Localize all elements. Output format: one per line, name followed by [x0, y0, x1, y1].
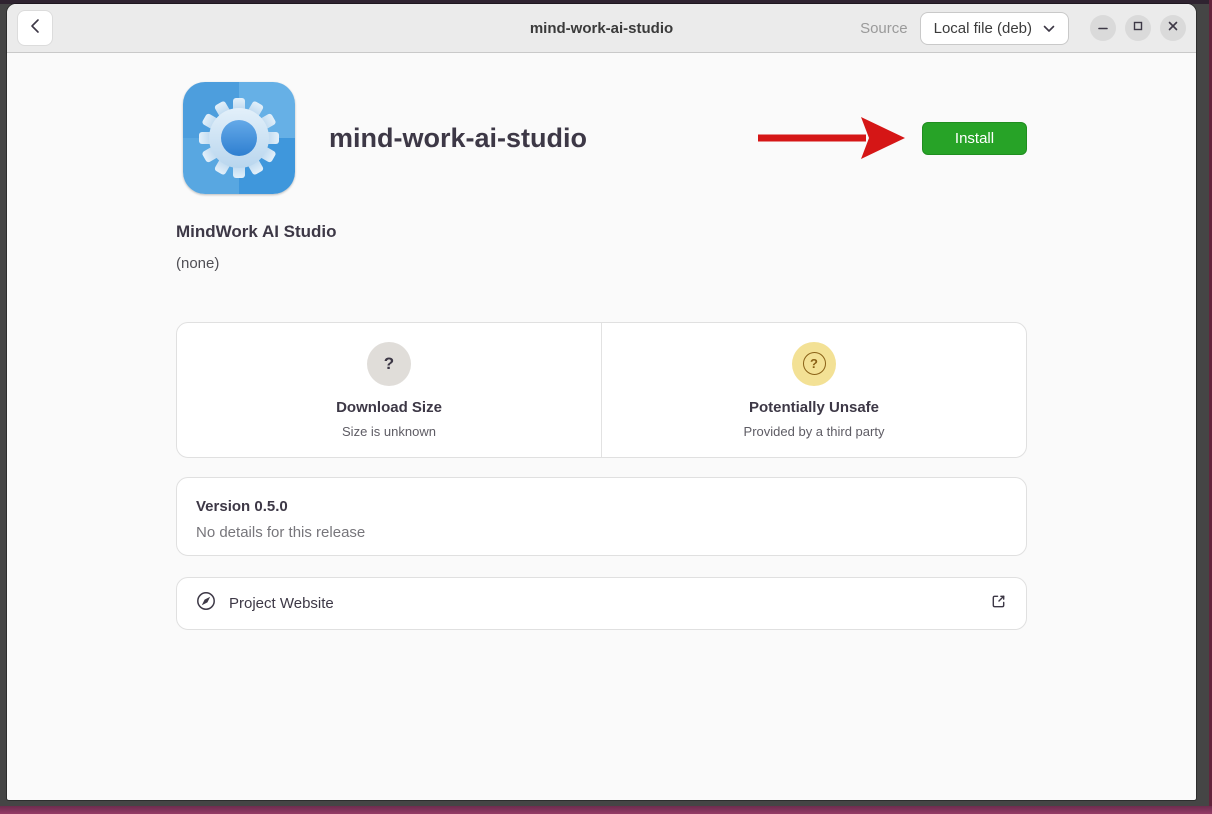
version-card: Version 0.5.0 No details for this releas…	[176, 477, 1027, 556]
chevron-down-icon	[1043, 20, 1055, 37]
app-name-heading: mind-work-ai-studio	[329, 123, 587, 154]
software-window: mind-work-ai-studio Source Local file (d…	[7, 4, 1196, 800]
app-details-page: mind-work-ai-studio Install MindWork AI …	[7, 82, 1196, 630]
tile-subtitle: Provided by a third party	[744, 424, 885, 439]
install-button[interactable]: Install	[922, 122, 1027, 155]
version-subtitle: No details for this release	[196, 524, 1007, 541]
app-developer: (none)	[176, 255, 1027, 272]
website-label: Project Website	[229, 595, 334, 612]
close-icon	[1167, 19, 1179, 37]
minimize-icon	[1097, 19, 1109, 37]
download-size-tile[interactable]: ? Download Size Size is unknown	[177, 323, 601, 457]
source-dropdown-value: Local file (deb)	[934, 20, 1032, 37]
safety-tile[interactable]: ? Potentially Unsafe Provided by a third…	[601, 323, 1026, 457]
desktop-edge-bottom	[0, 806, 1212, 814]
maximize-button[interactable]	[1125, 15, 1151, 41]
annotation-arrow	[757, 115, 907, 161]
project-website-link[interactable]: Project Website	[176, 577, 1027, 630]
tile-title: Download Size	[336, 399, 442, 416]
gear-icon	[183, 82, 295, 194]
close-button[interactable]	[1160, 15, 1186, 41]
tile-title: Potentially Unsafe	[749, 399, 879, 416]
app-hero: mind-work-ai-studio Install	[176, 82, 1027, 194]
titlebar: mind-work-ai-studio Source Local file (d…	[7, 4, 1196, 53]
maximize-icon	[1132, 19, 1144, 37]
app-icon	[183, 82, 295, 194]
warning-question-icon: ?	[792, 342, 836, 386]
compass-icon	[196, 591, 216, 616]
version-title: Version 0.5.0	[196, 498, 1007, 515]
source-label: Source	[860, 20, 908, 37]
minimize-button[interactable]	[1090, 15, 1116, 41]
unknown-size-icon: ?	[367, 342, 411, 386]
back-button[interactable]	[17, 10, 53, 46]
tile-subtitle: Size is unknown	[342, 424, 436, 439]
app-display-name: MindWork AI Studio	[176, 222, 1027, 242]
external-link-icon	[990, 593, 1007, 615]
context-tiles-card: ? Download Size Size is unknown ? Potent…	[176, 322, 1027, 458]
chevron-left-icon	[28, 17, 42, 40]
source-dropdown[interactable]: Local file (deb)	[920, 12, 1069, 45]
